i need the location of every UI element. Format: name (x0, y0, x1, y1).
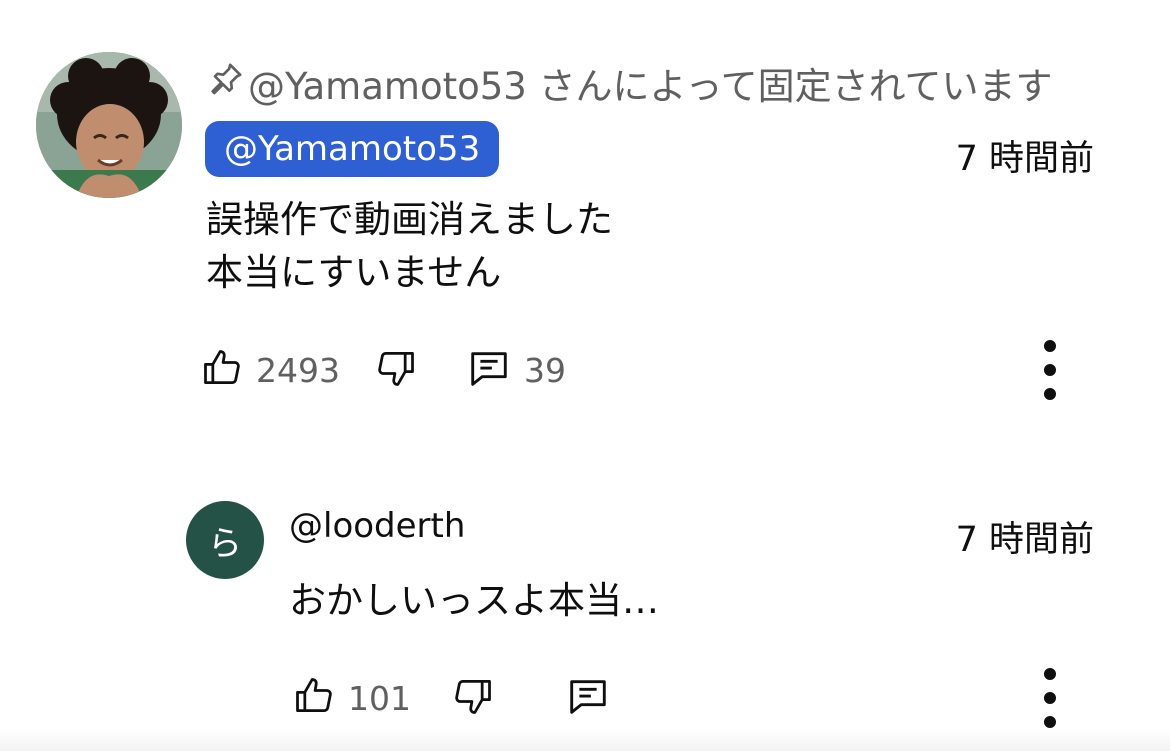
reply-count: 39 (523, 350, 566, 390)
like-button[interactable]: 101 (292, 674, 411, 722)
more-vert-icon (1044, 668, 1056, 680)
like-count: 2493 (256, 350, 340, 390)
more-vert-icon (1044, 340, 1056, 352)
comment-icon (565, 673, 611, 723)
like-button[interactable]: 2493 (200, 346, 340, 394)
bottom-fade (0, 728, 1170, 751)
reply-actions: 101 (292, 671, 611, 725)
pinned-label-text: @Yamamoto53 さんによって固定されています (248, 65, 1053, 108)
reply-avatar[interactable]: ら (186, 501, 264, 579)
reply-time: 7 時間前 (955, 520, 1094, 560)
dislike-button[interactable] (374, 346, 418, 394)
more-options-button[interactable] (1030, 340, 1070, 400)
reply-button[interactable]: 39 (466, 345, 566, 395)
pin-icon (206, 59, 248, 108)
thumb-down-icon (451, 674, 495, 722)
reply-author-name[interactable]: @looderth (289, 506, 465, 546)
like-count: 101 (348, 678, 411, 718)
thumb-up-icon (292, 674, 336, 722)
reply-button[interactable] (565, 673, 611, 723)
comment-actions: 2493 39 (200, 343, 566, 397)
comment-text-line: 誤操作で動画消えました (206, 198, 613, 241)
pinned-label: @Yamamoto53 さんによって固定されています (206, 56, 1053, 110)
reply-text: おかしいっスよ本当… (289, 579, 659, 622)
comment-icon (466, 345, 512, 395)
author-name-chip[interactable]: @Yamamoto53 (205, 121, 500, 177)
comment-text-line: 本当にすいません (206, 251, 502, 294)
dislike-button[interactable] (451, 674, 495, 722)
comment-time: 7 時間前 (955, 139, 1094, 179)
thumb-up-icon (200, 346, 244, 394)
comment-text: 誤操作で動画消えました 本当にすいません (206, 193, 613, 299)
more-options-button[interactable] (1030, 668, 1070, 728)
author-avatar[interactable] (36, 52, 182, 198)
thumb-down-icon (374, 346, 418, 394)
